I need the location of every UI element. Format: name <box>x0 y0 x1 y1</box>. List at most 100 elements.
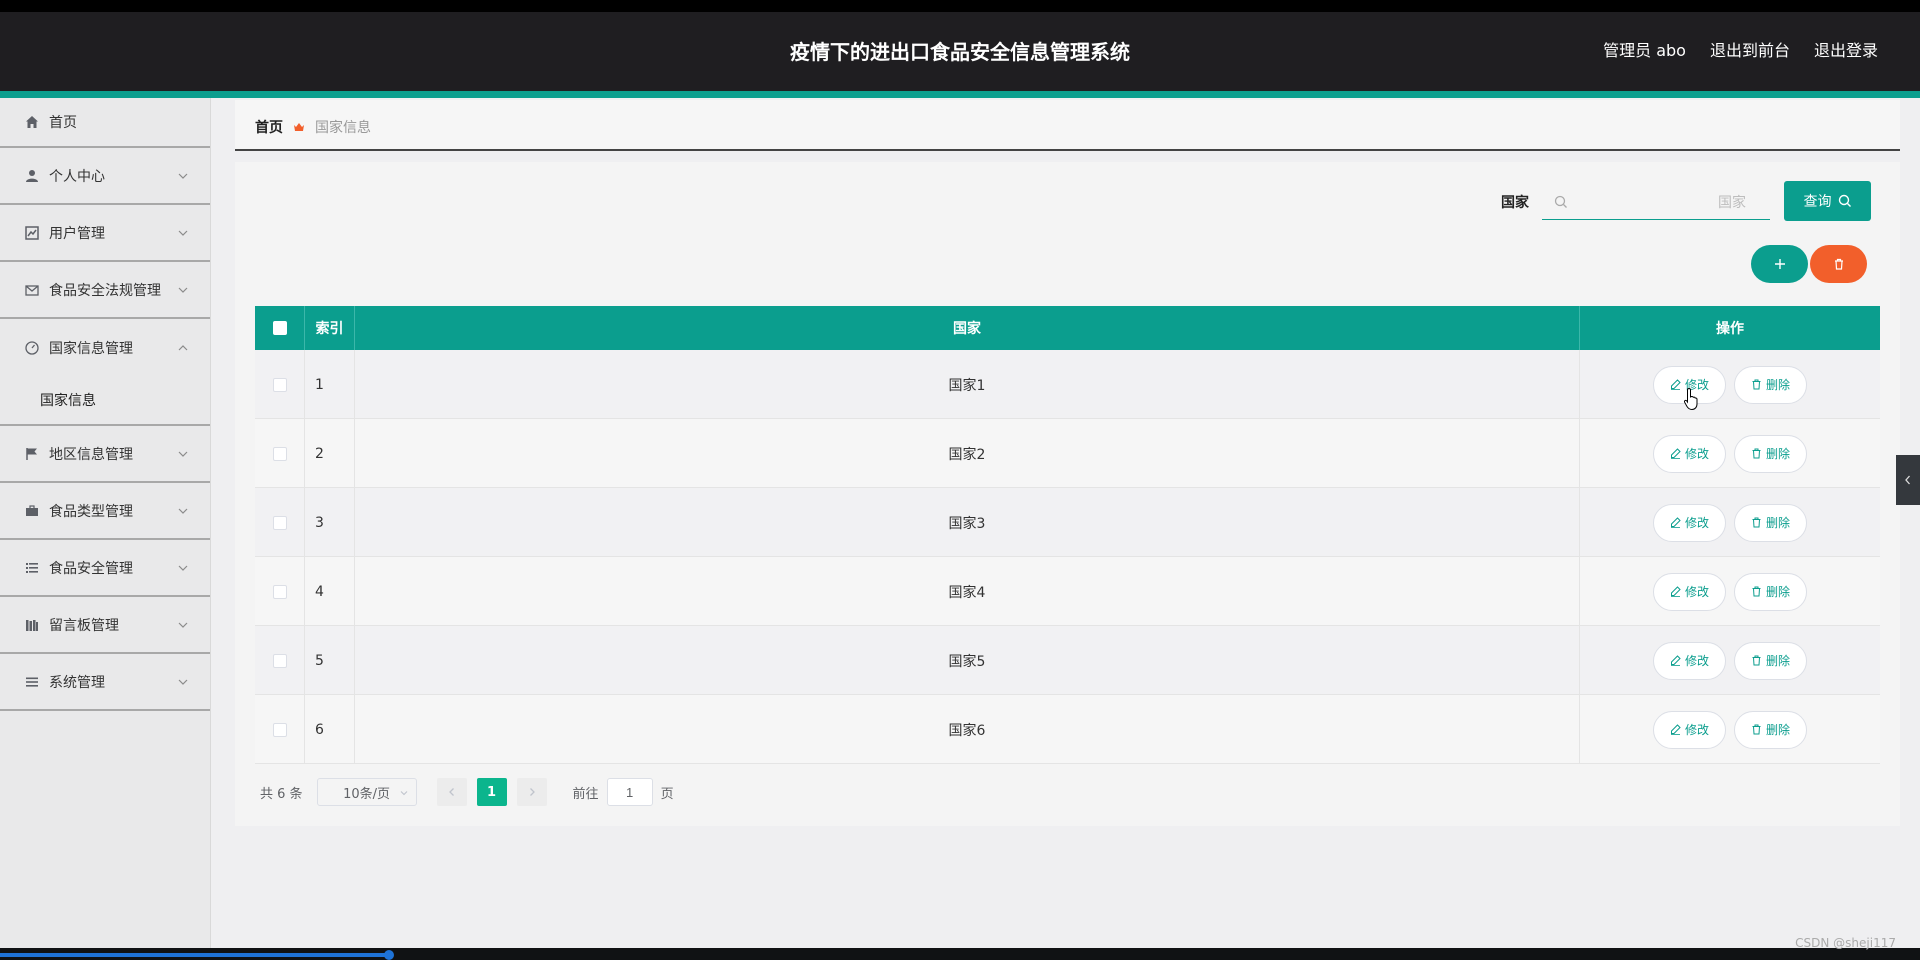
sidebar-item-label: 地区信息管理 <box>49 446 133 463</box>
delete-button[interactable]: 删除 <box>1734 641 1807 680</box>
edit-button[interactable]: 修改 <box>1653 434 1726 473</box>
row-country: 国家5 <box>355 626 1580 695</box>
menu-icon <box>24 674 40 690</box>
header-country: 国家 <box>355 306 1580 350</box>
sidebar-item-system-management[interactable]: 系统管理 <box>0 654 210 711</box>
prev-page-button[interactable] <box>436 778 467 806</box>
page-size-value: 10条/页 <box>343 786 391 802</box>
delete-button[interactable]: 删除 <box>1734 710 1807 749</box>
chevron-down-icon <box>178 565 188 571</box>
next-page-button[interactable] <box>516 778 547 806</box>
row-checkbox[interactable] <box>272 515 287 530</box>
goto-suffix: 页 <box>660 786 674 802</box>
delete-button[interactable]: 删除 <box>1734 434 1807 473</box>
row-index: 4 <box>305 557 355 626</box>
edit-button[interactable]: 修改 <box>1653 572 1726 611</box>
search-field <box>1542 184 1770 220</box>
row-index: 5 <box>305 626 355 695</box>
chevron-down-icon <box>178 679 188 685</box>
sidebar-item-label: 国家信息管理 <box>49 340 133 357</box>
delete-button[interactable]: 删除 <box>1734 503 1807 542</box>
header-actions: 管理员 abo 退出到前台 退出登录 <box>1603 40 1878 62</box>
video-progress-bar[interactable] <box>0 953 390 957</box>
row-index: 6 <box>305 695 355 764</box>
row-checkbox[interactable] <box>272 446 287 461</box>
sidebar-item-region-management[interactable]: 地区信息管理 <box>0 426 210 483</box>
mouse-pointer-icon <box>1683 387 1698 411</box>
search-label: 国家 <box>1501 195 1529 211</box>
sidebar-item-food-safety-management[interactable]: 食品安全管理 <box>0 540 210 597</box>
sidebar-item-label: 系统管理 <box>49 674 105 691</box>
row-actions: 修改 删除 <box>1580 350 1880 419</box>
sidebar-item-country-management[interactable]: 国家信息管理 <box>0 319 210 376</box>
collapse-panel-tab[interactable] <box>1896 455 1920 505</box>
trash-icon <box>1752 724 1761 735</box>
flag-icon <box>24 446 40 462</box>
sidebar-item-user-management[interactable]: 用户管理 <box>0 205 210 262</box>
table-row: 1 国家1 修改 删除 <box>255 350 1880 419</box>
sidebar-item-food-safety-regulations[interactable]: 食品安全法规管理 <box>0 262 210 319</box>
chevron-right-icon <box>529 788 535 796</box>
admin-name[interactable]: 管理员 abo <box>1603 40 1686 62</box>
row-checkbox[interactable] <box>272 653 287 668</box>
delete-button-label: 删除 <box>1765 447 1790 461</box>
row-checkbox-cell <box>255 626 305 695</box>
page-size-select[interactable]: 10条/页 <box>316 778 417 806</box>
sidebar-item-food-type-management[interactable]: 食品类型管理 <box>0 483 210 540</box>
pagination: 共 6 条 10条/页 1 前往 页 <box>260 778 674 806</box>
row-checkbox[interactable] <box>272 377 287 392</box>
edit-button[interactable]: 修改 <box>1653 641 1726 680</box>
edit-icon <box>1670 379 1681 390</box>
pagination-total: 共 6 条 <box>260 786 303 802</box>
trash-icon <box>1752 517 1761 528</box>
edit-button-label: 修改 <box>1684 723 1709 737</box>
trash-icon <box>1752 379 1761 390</box>
exit-to-front-link[interactable]: 退出到前台 <box>1710 40 1790 62</box>
breadcrumb-home[interactable]: 首页 <box>255 117 283 137</box>
sidebar-item-label: 用户管理 <box>49 225 105 242</box>
table-row: 3 国家3 修改 删除 <box>255 488 1880 557</box>
pagination-goto: 前往 页 <box>573 778 674 806</box>
page: 疫情下的进出口食品安全信息管理系统 管理员 abo 退出到前台 退出登录 首页 … <box>0 0 1920 960</box>
select-all-checkbox[interactable] <box>272 321 287 335</box>
sidebar-item-home[interactable]: 首页 <box>0 98 210 148</box>
sidebar-subitem-country-info[interactable]: 国家信息 <box>0 376 210 426</box>
page-number-current[interactable]: 1 <box>476 778 507 806</box>
edit-icon <box>1670 517 1681 528</box>
batch-delete-button[interactable] <box>1810 245 1867 283</box>
row-country: 国家3 <box>355 488 1580 557</box>
row-checkbox-cell <box>255 350 305 419</box>
delete-button-label: 删除 <box>1765 516 1790 530</box>
add-button[interactable] <box>1751 245 1808 283</box>
sidebar-item-personal-center[interactable]: 个人中心 <box>0 148 210 205</box>
sidebar-item-label: 食品安全管理 <box>49 560 133 577</box>
delete-button[interactable]: 删除 <box>1734 365 1807 404</box>
row-country: 国家4 <box>355 557 1580 626</box>
logout-link[interactable]: 退出登录 <box>1814 40 1878 62</box>
sidebar-item-message-board[interactable]: 留言板管理 <box>0 597 210 654</box>
row-checkbox[interactable] <box>272 584 287 599</box>
row-actions: 修改 删除 <box>1580 557 1880 626</box>
video-progress-handle[interactable] <box>384 950 394 960</box>
edit-button-label: 修改 <box>1684 447 1709 461</box>
search-input[interactable] <box>1574 184 1770 220</box>
row-index: 3 <box>305 488 355 557</box>
edit-button[interactable]: 修改 <box>1653 710 1726 749</box>
delete-button-label: 删除 <box>1765 723 1790 737</box>
goto-page-input[interactable] <box>606 778 653 806</box>
row-checkbox[interactable] <box>272 722 287 737</box>
trash-icon <box>1752 448 1761 459</box>
home-icon <box>24 114 40 130</box>
row-index: 1 <box>305 350 355 419</box>
chevron-down-icon <box>178 230 188 236</box>
chevron-left-icon <box>1905 475 1910 485</box>
chevron-down-icon <box>178 508 188 514</box>
sidebar-item-label: 个人中心 <box>49 168 105 185</box>
delete-button-label: 删除 <box>1765 585 1790 599</box>
edit-button[interactable]: 修改 <box>1653 503 1726 542</box>
sidebar: 首页 个人中心 用户管理 食品安全法规管理 国家信息管理 国家信息 地区信息管理… <box>0 98 211 948</box>
search-button[interactable]: 查询 <box>1784 181 1871 221</box>
table-row: 6 国家6 修改 删除 <box>255 695 1880 764</box>
delete-button[interactable]: 删除 <box>1734 572 1807 611</box>
select-all-cell <box>255 306 305 350</box>
